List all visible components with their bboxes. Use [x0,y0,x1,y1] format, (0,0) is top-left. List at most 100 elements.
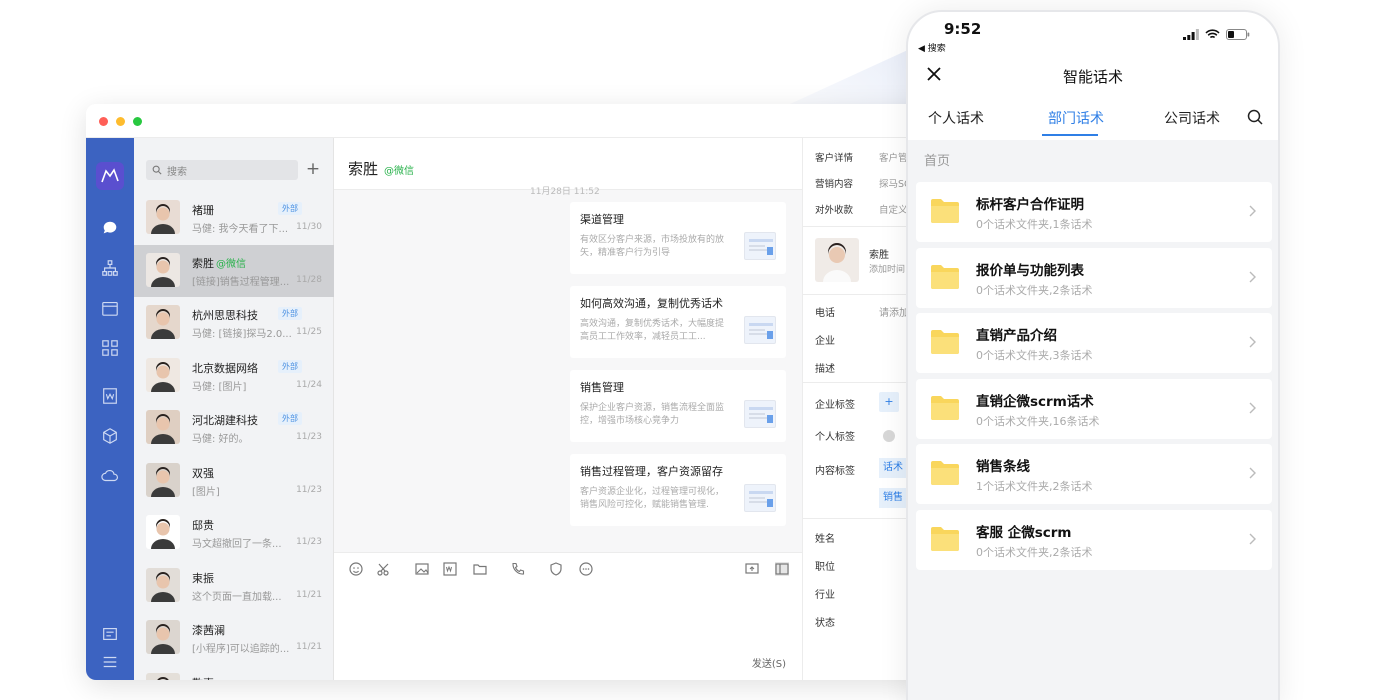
conversation-item[interactable]: 双强 [图片] 11/23 [134,455,334,507]
tab-personal[interactable]: 个人话术 [928,108,984,128]
tab-marketing-content[interactable]: 营销内容 [815,176,853,190]
conversation-item[interactable]: 褚珊 外部 马健: 我今天看了下... 11/30 [134,192,334,244]
avatar [146,567,180,602]
conversation-item[interactable]: 杭州思思科技 外部 马健: [链接]探马2.0... 11/25 [134,297,334,349]
folder-stats: 0个话术文件夹,2条话术 [976,545,1093,559]
message-preview: [链接]销售过程管理... [192,276,290,288]
avatar [146,200,180,234]
message-toolbar [334,552,802,582]
add-conversation-button[interactable]: + [304,160,322,180]
folder-icon[interactable] [472,561,488,577]
shield-icon[interactable] [548,561,564,577]
message-compose-area[interactable]: 发送(S) [334,582,802,680]
chat-header: 索胜 @微信 [334,138,802,190]
cube-icon[interactable] [100,426,120,446]
calendar-icon[interactable] [100,298,120,318]
tab-custom[interactable]: 自定义 [879,202,908,216]
status-label: 状态 [815,618,835,629]
conversation-item[interactable]: 邸贵 马文超撤回了一条... 11/23 [134,507,334,559]
contact-avatar [815,238,859,282]
folder-item[interactable]: 报价单与功能列表 0个话术文件夹,2条话术 [916,247,1272,308]
card-description: 有效区分客户来源，市场投放有的放矢，精准客户行为引导 [580,235,725,258]
folder-name: 标杆客户合作证明 [976,197,1084,213]
conversation-item[interactable]: 敬喜 [134,665,334,680]
screen-share-icon[interactable] [744,561,760,577]
phone-call-icon[interactable] [510,561,526,577]
search-input[interactable]: 搜索 [146,160,298,180]
wechat-badge: @微信 [216,258,246,270]
conversation-item[interactable]: 索胜 @微信 [链接]销售过程管理... 11/28 [134,244,334,297]
phone-frame: 9:52 ◀ 搜索 智能话术 个人话术 部门话术 公司话术 首页 标杆客户合作证… [906,10,1280,700]
conversation-item[interactable]: 北京数据网络 外部 马健: [图片] 11/24 [134,350,334,402]
corp-tag-label: 企业标签 [815,400,855,411]
folder-item[interactable]: 直销企微scrm话术 0个话术文件夹,16条话术 [916,378,1272,439]
maximize-window-button[interactable] [133,117,142,126]
tab-external-payment[interactable]: 对外收款 [815,202,853,216]
folder-item[interactable]: 标杆客户合作证明 0个话术文件夹,1条话术 [916,182,1272,242]
tab-department[interactable]: 部门话术 [1048,108,1104,128]
tab-customer-detail[interactable]: 客户详情 [815,150,853,164]
minimize-window-button[interactable] [116,117,125,126]
cloud-icon[interactable] [100,466,120,486]
emoji-icon[interactable] [348,561,364,577]
avatar [146,357,180,392]
conversation-time: 11/23 [296,537,322,547]
phone-add-link[interactable]: 请添加 [879,304,909,319]
notes-icon[interactable] [100,624,120,644]
conversation-item[interactable]: 束振 这个页面一直加载... 11/21 [134,560,334,612]
conversation-item[interactable]: 河北湖建科技 外部 马健: 好的。 11/23 [134,402,334,454]
folder-stats: 1个话术文件夹,2条话术 [976,480,1093,493]
phone-label: 电话 [815,308,835,319]
add-corp-tag-button[interactable]: + [879,392,899,412]
folder-item[interactable]: 直销产品介绍 0个话术文件夹,3条话术 [916,313,1272,373]
sidebar-toggle-icon[interactable] [774,561,790,577]
close-window-button[interactable] [99,117,108,126]
job-title-label: 职位 [815,562,835,573]
link-card[interactable]: 渠道管理 有效区分客户来源，市场投放有的放矢，精准客户行为引导 [570,202,786,274]
word-doc-icon[interactable] [442,561,458,577]
conversation-name: 漆茜澜 [192,624,225,637]
contact-added-time: 添加时间 [869,265,906,275]
folder-icon [931,330,959,354]
external-badge: 外部 [278,202,302,215]
link-card[interactable]: 销售过程管理，客户资源留存 客户资源企业化，过程管理可视化，销售风险可控化，赋能销… [570,454,786,526]
chevron-right-icon [1249,533,1256,544]
avatar [146,410,180,444]
link-card[interactable]: 销售管理 保护企业客户资源，销售流程全面监控，增强市场核心竞争力 [570,370,786,442]
send-button[interactable]: 发送(S) [752,655,786,670]
tab-customer-manage[interactable]: 客户管 [879,150,908,164]
avatar [146,620,180,654]
document-icon[interactable] [100,386,120,406]
folder-icon [931,395,959,420]
link-card[interactable]: 如何高效沟通，复制优秀话术 高效沟通，复制优秀话术，大幅度提高员工工作效率，减轻员… [570,286,786,358]
conversation-name: 褚珊 [192,204,214,217]
more-icon[interactable] [578,561,594,577]
external-badge: 外部 [278,412,302,425]
folder-item[interactable]: 销售条线 1个话术文件夹,2条话术 [916,444,1272,504]
apps-grid-icon[interactable] [100,338,120,358]
battery-icon [1226,28,1250,40]
conversation-item[interactable]: 漆茜澜 [小程序]可以追踪的... 11/21 [134,612,334,664]
card-description: 高效沟通，复制优秀话术，大幅度提高员工工作效率，减轻员工工... [580,319,725,342]
app-logo [96,162,124,190]
chat-pane: 索胜 @微信 11月28日 11:52 渠道管理 有效区分客户来源，市场投放有的放… [334,138,802,680]
industry-label: 行业 [815,590,835,601]
conversation-time: 11/28 [296,274,322,285]
chat-icon[interactable] [100,218,120,238]
tab-company[interactable]: 公司话术 [1164,108,1220,128]
chevron-right-icon [1249,402,1256,413]
folder-item[interactable]: 客服 企微scrm 0个话术文件夹,2条话术 [916,509,1272,570]
active-tab-indicator [1042,134,1098,136]
menu-icon[interactable] [100,652,120,672]
breadcrumb[interactable]: 首页 [924,150,950,169]
back-to-search-link[interactable]: ◀ 搜索 [918,41,946,54]
org-chart-icon[interactable] [100,258,120,278]
search-icon[interactable] [1246,108,1264,126]
folder-name: 客服 企微scrm [976,524,1072,541]
image-icon[interactable] [414,561,430,577]
card-thumbnail [744,400,776,428]
avatar [146,672,180,680]
title-bar [86,104,956,138]
screenshot-icon[interactable] [376,561,392,577]
message-preview: 马健: [链接]探马2.0... [192,329,292,340]
